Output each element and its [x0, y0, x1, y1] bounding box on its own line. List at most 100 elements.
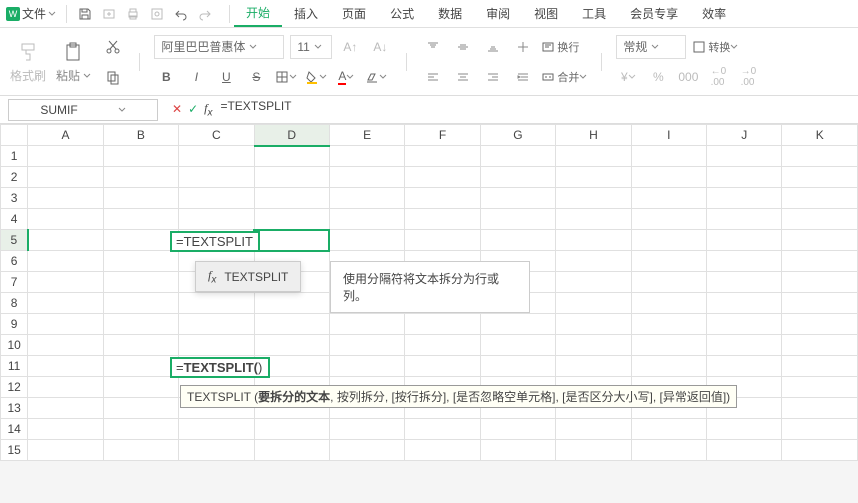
cell[interactable]: [556, 314, 631, 335]
cell[interactable]: [631, 146, 706, 167]
row-header[interactable]: 3: [1, 188, 28, 209]
cell[interactable]: [28, 230, 103, 251]
percent-button[interactable]: %: [646, 65, 670, 89]
menu-vip[interactable]: 会员专享: [618, 1, 690, 26]
cell[interactable]: [179, 335, 254, 356]
cell[interactable]: [480, 146, 555, 167]
row-header[interactable]: 14: [1, 419, 28, 440]
cell[interactable]: [782, 146, 858, 167]
col-header[interactable]: K: [782, 125, 858, 146]
cell[interactable]: [28, 356, 103, 377]
cell[interactable]: [103, 209, 178, 230]
cell[interactable]: [782, 272, 858, 293]
cell[interactable]: [103, 146, 178, 167]
font-size-select[interactable]: 11: [290, 35, 332, 59]
clear-format-button[interactable]: [364, 65, 388, 89]
col-header[interactable]: J: [707, 125, 782, 146]
col-header[interactable]: B: [103, 125, 178, 146]
cell[interactable]: [707, 335, 782, 356]
cell[interactable]: [480, 356, 555, 377]
cell[interactable]: [707, 146, 782, 167]
cell[interactable]: [254, 419, 329, 440]
cell[interactable]: [631, 251, 706, 272]
cell[interactable]: [556, 440, 631, 461]
cell[interactable]: [782, 377, 858, 398]
menu-eff[interactable]: 效率: [690, 1, 738, 26]
cell[interactable]: [405, 419, 480, 440]
cell[interactable]: [707, 230, 782, 251]
formula-autocomplete-item[interactable]: fx TEXTSPLIT: [195, 261, 301, 292]
cell[interactable]: [556, 188, 631, 209]
preview-icon[interactable]: [149, 6, 165, 22]
cell[interactable]: [28, 314, 103, 335]
col-header[interactable]: C: [179, 125, 254, 146]
cell[interactable]: [480, 167, 555, 188]
undo-icon[interactable]: [173, 6, 189, 22]
name-box[interactable]: SUMIF: [8, 99, 158, 121]
cell[interactable]: [179, 209, 254, 230]
copy-button[interactable]: [101, 65, 125, 89]
cell[interactable]: [329, 167, 404, 188]
cell[interactable]: [782, 440, 858, 461]
cell[interactable]: [329, 335, 404, 356]
menu-insert[interactable]: 插入: [282, 1, 330, 26]
menu-formula[interactable]: 公式: [378, 1, 426, 26]
cell[interactable]: [254, 209, 329, 230]
cell[interactable]: [329, 419, 404, 440]
cell[interactable]: [254, 293, 329, 314]
cell[interactable]: [329, 314, 404, 335]
row-header[interactable]: 7: [1, 272, 28, 293]
cell[interactable]: [556, 272, 631, 293]
cell[interactable]: [254, 314, 329, 335]
row-header[interactable]: 15: [1, 440, 28, 461]
fill-color-button[interactable]: [304, 65, 328, 89]
menu-start[interactable]: 开始: [234, 0, 282, 27]
cell[interactable]: [329, 230, 404, 251]
cell[interactable]: [707, 440, 782, 461]
align-right-button[interactable]: [481, 65, 505, 89]
cell[interactable]: [28, 251, 103, 272]
cell[interactable]: [556, 230, 631, 251]
row-header[interactable]: 2: [1, 167, 28, 188]
number-format-select[interactable]: 常规: [616, 35, 686, 59]
comma-button[interactable]: 000: [676, 65, 700, 89]
cell[interactable]: [707, 314, 782, 335]
cell[interactable]: [782, 167, 858, 188]
merge-button[interactable]: 合并: [541, 65, 587, 89]
cell[interactable]: [28, 188, 103, 209]
italic-button[interactable]: I: [184, 65, 208, 89]
currency-button[interactable]: ¥: [616, 65, 640, 89]
cell[interactable]: [707, 209, 782, 230]
convert-button[interactable]: 转换: [692, 35, 738, 59]
cell[interactable]: [707, 251, 782, 272]
cell[interactable]: [480, 335, 555, 356]
font-name-select[interactable]: 阿里巴巴普惠体: [154, 35, 284, 59]
cell[interactable]: [782, 335, 858, 356]
cell[interactable]: [28, 167, 103, 188]
cell[interactable]: [103, 167, 178, 188]
cell[interactable]: [782, 293, 858, 314]
cell[interactable]: [103, 356, 178, 377]
cell[interactable]: [631, 188, 706, 209]
cell[interactable]: [631, 356, 706, 377]
decrease-decimal-button[interactable]: ←0.00: [706, 65, 730, 89]
col-header[interactable]: E: [329, 125, 404, 146]
cell[interactable]: [480, 209, 555, 230]
row-header[interactable]: 6: [1, 251, 28, 272]
cell[interactable]: [631, 293, 706, 314]
cell[interactable]: [28, 272, 103, 293]
cell[interactable]: [556, 419, 631, 440]
cell[interactable]: [179, 314, 254, 335]
cell[interactable]: [556, 167, 631, 188]
cell[interactable]: [405, 230, 480, 251]
cell[interactable]: [480, 419, 555, 440]
cell[interactable]: [707, 167, 782, 188]
cell[interactable]: [782, 419, 858, 440]
paste-group[interactable]: 粘贴: [56, 39, 91, 84]
format-painter-group[interactable]: 格式刷: [10, 39, 46, 84]
cell[interactable]: [405, 440, 480, 461]
col-header[interactable]: G: [480, 125, 555, 146]
font-color-button[interactable]: A: [334, 65, 358, 89]
cell[interactable]: [631, 230, 706, 251]
row-header[interactable]: 13: [1, 398, 28, 419]
